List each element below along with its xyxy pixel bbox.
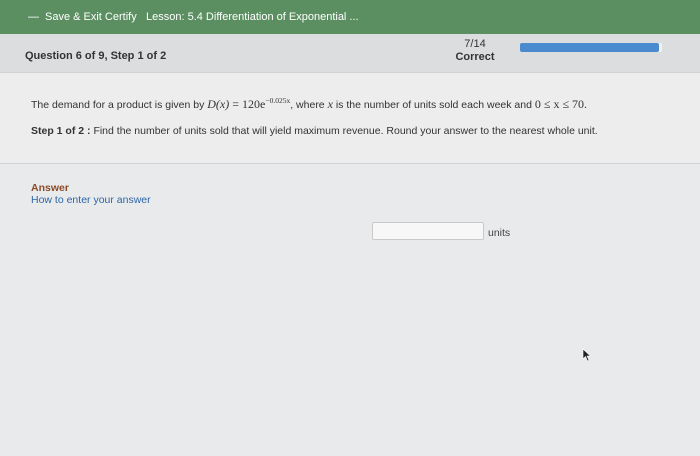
question-text: The demand for a product is given by D(x… [31, 96, 587, 112]
score-value: 7/14 [464, 38, 486, 50]
step-text: Find the number of units sold that will … [93, 125, 598, 137]
top-bar: — Save & Exit Certify Lesson: 5.4 Differ… [0, 0, 700, 34]
formula-base: 120e [242, 97, 266, 111]
question-tail: is the number of units sold each week an… [332, 99, 535, 111]
progress-bar [520, 43, 662, 52]
score-status: Correct [455, 51, 495, 63]
back-arrow-icon: — [28, 10, 39, 23]
lesson-title: Lesson: 5.4 Differentiation of Exponenti… [146, 11, 359, 23]
answer-panel: Answer How to enter your answer units [0, 164, 700, 456]
save-exit-button[interactable]: — Save & Exit Certify [28, 11, 137, 23]
progress-bar-fill [520, 43, 660, 52]
step-label: Step 1 of 2 : [31, 125, 91, 137]
step-instruction: Step 1 of 2 : Find the number of units s… [31, 125, 598, 137]
units-label: units [488, 227, 511, 239]
formula-eq: = [229, 97, 243, 111]
question-lead: The demand for a product is given by [31, 99, 208, 111]
save-exit-label: Save & Exit Certify [45, 11, 137, 23]
question-mid: , where [290, 99, 328, 111]
domain-range: 0 ≤ x ≤ 70. [534, 97, 588, 111]
question-panel: The demand for a product is given by D(x… [0, 73, 700, 164]
formula-exponent: −0.025x [265, 96, 291, 105]
score-box: 7/14 Correct [440, 38, 510, 64]
demand-formula: D(x) = 120e−0.025x [207, 96, 291, 111]
formula-lhs: D(x) [207, 97, 230, 111]
answer-input[interactable] [372, 222, 484, 240]
how-to-enter-link[interactable]: How to enter your answer [31, 194, 151, 206]
mouse-pointer-icon [582, 348, 592, 362]
answer-label: Answer [31, 182, 69, 194]
progress-row: Question 6 of 9, Step 1 of 2 7/14 Correc… [0, 34, 700, 73]
question-step-label: Question 6 of 9, Step 1 of 2 [25, 50, 167, 62]
